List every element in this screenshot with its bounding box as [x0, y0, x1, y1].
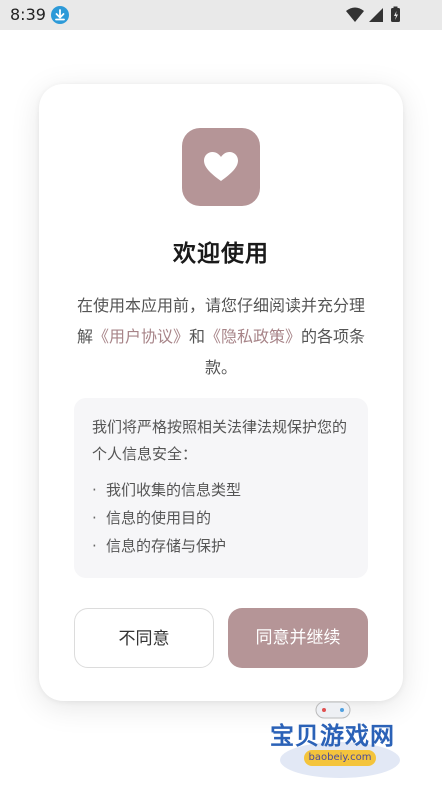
status-time: 8:39 — [10, 5, 46, 24]
status-bar: 8:39 — [0, 0, 442, 30]
bullet-icon: · — [92, 481, 97, 499]
list-item: · 信息的存储与保护 — [92, 532, 352, 560]
decline-button[interactable]: 不同意 — [74, 608, 214, 668]
watermark-url: baobeiy.com — [304, 750, 376, 766]
status-icons — [346, 6, 406, 24]
list-item: · 我们收集的信息类型 — [92, 476, 352, 504]
battery-icon — [391, 6, 400, 22]
bullet-icon: · — [92, 509, 97, 527]
bullet-icon: · — [92, 537, 97, 555]
intro-text: 在使用本应用前，请您仔细阅读并充分理解《用户协议》和《隐私政策》的各项条款。 — [71, 290, 371, 383]
privacy-dialog: 欢迎使用 在使用本应用前，请您仔细阅读并充分理解《用户协议》和《隐私政策》的各项… — [39, 84, 403, 701]
list-item: · 信息的使用目的 — [92, 504, 352, 532]
signal-icon — [369, 8, 383, 22]
info-text: 我们将严格按照相关法律法规保护您的个人信息安全： — [92, 418, 348, 463]
info-list: · 我们收集的信息类型 · 信息的使用目的 · 信息的存储与保护 — [92, 476, 352, 560]
watermark-logo: 宝贝游戏网 baobeiy.com — [266, 694, 412, 780]
download-icon — [51, 6, 69, 24]
app-icon — [182, 128, 260, 206]
dialog-title: 欢迎使用 — [173, 241, 269, 267]
heart-icon — [204, 152, 238, 181]
info-box: 我们将严格按照相关法律法规保护您的个人信息安全： · 我们收集的信息类型 · 信息的… — [74, 398, 368, 578]
watermark-text: 宝贝游戏网 — [270, 722, 395, 750]
wifi-icon — [346, 7, 364, 22]
intro-conjunction: 和 — [188, 327, 205, 346]
privacy-policy-link[interactable]: 《隐私政策》 — [205, 327, 301, 346]
accept-button[interactable]: 同意并继续 — [228, 608, 368, 668]
user-agreement-link[interactable]: 《用户协议》 — [93, 327, 189, 346]
